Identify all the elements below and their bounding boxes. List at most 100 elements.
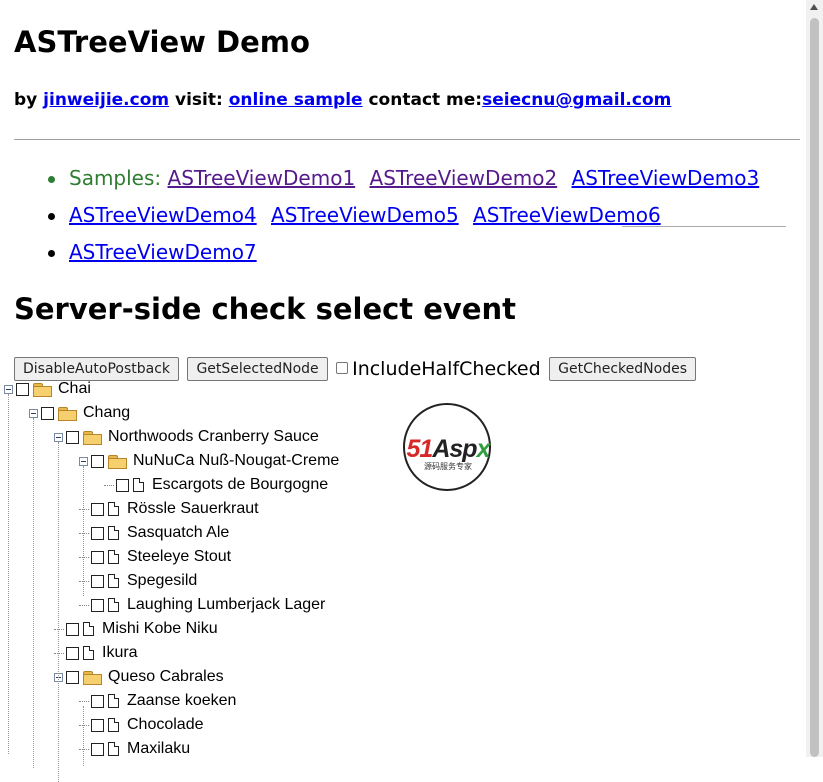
include-half-checked-option[interactable]: IncludeHalfChecked [336, 358, 541, 380]
node-checkbox[interactable] [91, 598, 104, 612]
node-checkbox[interactable] [91, 526, 104, 540]
sample-link-1[interactable]: ASTreeViewDemo1 [168, 166, 356, 190]
tree-connector [79, 580, 89, 582]
tree-node-label[interactable]: Chocolade [127, 716, 204, 734]
node-checkbox[interactable] [91, 550, 104, 564]
contact-label: contact me: [362, 90, 483, 110]
visit-label: visit: [169, 90, 229, 110]
tree-node[interactable]: Chang [29, 401, 130, 425]
tree-node[interactable]: Spegesild [79, 569, 197, 593]
tree-node[interactable]: Rössle Sauerkraut [79, 497, 259, 521]
node-checkbox[interactable] [66, 622, 79, 636]
sample-link-3[interactable]: ASTreeViewDemo3 [572, 166, 760, 190]
file-icon [108, 598, 119, 612]
logo-brand: 51Aspx [406, 435, 491, 463]
sample-link-7[interactable]: ASTreeViewDemo7 [69, 240, 257, 264]
tree-connector [54, 628, 64, 630]
file-icon [83, 622, 94, 636]
online-sample-link[interactable]: online sample [229, 90, 363, 110]
get-selected-node-button[interactable]: GetSelectedNode [187, 357, 328, 381]
file-icon [108, 718, 119, 732]
tree-node-label[interactable]: Queso Cabrales [108, 668, 224, 686]
collapse-toggle-icon[interactable] [29, 408, 38, 418]
tree-node-label[interactable]: Ikura [102, 644, 138, 662]
node-checkbox[interactable] [66, 670, 79, 684]
folder-icon [108, 454, 127, 469]
tree-node-label[interactable]: Sasquatch Ale [127, 524, 229, 542]
file-icon [108, 742, 119, 756]
node-checkbox[interactable] [91, 502, 104, 516]
tree-node-label[interactable]: Maxilaku [127, 740, 190, 758]
node-checkbox[interactable] [91, 694, 104, 708]
tree-node[interactable]: Sasquatch Ale [79, 521, 229, 545]
tree-node[interactable]: Queso Cabrales [54, 665, 224, 689]
tree-node[interactable]: Laughing Lumberjack Lager [79, 593, 325, 617]
tree-node-label[interactable]: Mishi Kobe Niku [102, 620, 218, 638]
tree-node-label[interactable]: Laughing Lumberjack Lager [127, 596, 325, 614]
node-checkbox[interactable] [66, 646, 79, 660]
tree-node[interactable]: Zaanse koeken [79, 689, 236, 713]
scroll-up-arrow-icon[interactable] [810, 4, 818, 10]
list-item: ASTreeViewDemo7 [14, 240, 767, 277]
tree-node[interactable]: Steeleye Stout [79, 545, 231, 569]
header-divider [14, 139, 800, 140]
collapse-toggle-icon[interactable] [4, 384, 13, 394]
node-checkbox[interactable] [116, 478, 129, 492]
tree-node[interactable]: NuNuCa Nuß-Nougat-Creme [79, 449, 339, 473]
tree-guide-line [33, 418, 34, 768]
node-checkbox[interactable] [91, 718, 104, 732]
site-logo: 51Aspx 源码服务专家 [386, 401, 510, 495]
tree-node-label[interactable]: Spegesild [127, 572, 197, 590]
include-half-checked-label: IncludeHalfChecked [352, 358, 541, 380]
byline: by jinweijie.com visit: online sample co… [14, 90, 671, 110]
tree-node[interactable]: Ikura [54, 641, 138, 665]
collapse-toggle-icon[interactable] [54, 432, 63, 442]
file-icon [108, 502, 119, 516]
node-checkbox[interactable] [66, 430, 79, 444]
include-half-checked-checkbox[interactable] [336, 362, 349, 374]
tree-guide-line [58, 442, 59, 782]
tree-node[interactable]: Chocolade [79, 713, 204, 737]
folder-icon [58, 406, 77, 421]
tree-node-label[interactable]: NuNuCa Nuß-Nougat-Creme [133, 452, 339, 470]
node-checkbox[interactable] [16, 382, 29, 396]
tree-node-label[interactable]: Escargots de Bourgogne [152, 476, 328, 494]
email-link[interactable]: seiecnu@gmail.com [482, 90, 671, 110]
page-title: ASTreeView Demo [14, 25, 310, 59]
tree-node-label[interactable]: Zaanse koeken [127, 692, 236, 710]
sample-link-2[interactable]: ASTreeViewDemo2 [370, 166, 558, 190]
list-item: Samples: ASTreeViewDemo1 ASTreeViewDemo2… [14, 166, 767, 203]
scrollbar-thumb[interactable] [810, 18, 819, 757]
node-checkbox[interactable] [91, 454, 104, 468]
tree-connector [54, 652, 64, 654]
node-checkbox[interactable] [41, 406, 54, 420]
vertical-scrollbar[interactable] [806, 0, 823, 757]
tree-node-label[interactable]: Chai [58, 380, 91, 398]
author-link[interactable]: jinweijie.com [43, 90, 169, 110]
sample-link-6[interactable]: ASTreeViewDemo6 [473, 203, 661, 227]
sample-link-4[interactable]: ASTreeViewDemo4 [69, 203, 257, 227]
tree-node[interactable]: Chai [4, 377, 91, 401]
tree-node-label[interactable]: Northwoods Cranberry Sauce [108, 428, 319, 446]
tree-node-label[interactable]: Chang [83, 404, 130, 422]
tree-connector [79, 724, 89, 726]
tree-connector [79, 508, 89, 510]
list-item: ASTreeViewDemo4 ASTreeViewDemo5 ASTreeVi… [14, 203, 767, 240]
tree-node[interactable]: Maxilaku [79, 737, 190, 761]
tree-node-label[interactable]: Rössle Sauerkraut [127, 500, 259, 518]
collapse-toggle-icon[interactable] [79, 456, 88, 466]
tree-node-label[interactable]: Steeleye Stout [127, 548, 231, 566]
node-checkbox[interactable] [91, 574, 104, 588]
tree-connector [79, 748, 89, 750]
tree-connector [79, 532, 89, 534]
node-checkbox[interactable] [91, 742, 104, 756]
tree-guide-line [8, 394, 9, 754]
tree-connector [79, 700, 89, 702]
tree-connector [79, 556, 89, 558]
sample-link-5[interactable]: ASTreeViewDemo5 [271, 203, 459, 227]
tree-node[interactable]: Escargots de Bourgogne [104, 473, 328, 497]
tree-node[interactable]: Mishi Kobe Niku [54, 617, 218, 641]
tree-node[interactable]: Northwoods Cranberry Sauce [54, 425, 319, 449]
folder-icon [33, 382, 52, 397]
get-checked-nodes-button[interactable]: GetCheckedNodes [549, 357, 696, 381]
